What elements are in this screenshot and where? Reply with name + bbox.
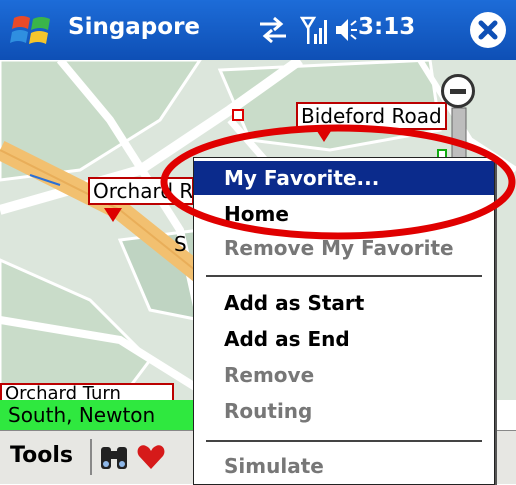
clock: 3:13 <box>358 14 416 40</box>
menu-item-simulate: Simulate <box>224 454 324 478</box>
menu-item-add-as-end[interactable]: Add as End <box>194 322 494 356</box>
menu-separator <box>206 440 482 442</box>
street-label-orchard-road[interactable]: Orchard R <box>88 177 194 205</box>
tools-menu-button[interactable]: Tools <box>10 443 73 468</box>
menu-item-my-favorite[interactable]: My Favorite... <box>194 161 494 195</box>
area-label-fragment: S <box>174 232 187 256</box>
title-bar: Singapore 3:13 <box>0 0 516 60</box>
windows-logo-icon[interactable] <box>10 12 54 48</box>
signal-icon[interactable] <box>300 14 330 46</box>
menu-item-routing: Routing <box>224 399 313 423</box>
binoculars-icon[interactable] <box>98 443 130 471</box>
street-label-orchard-turn[interactable]: Orchard Turn <box>0 383 174 400</box>
menu-separator <box>206 275 482 277</box>
speaker-icon[interactable] <box>334 15 358 45</box>
close-icon <box>478 20 498 40</box>
menu-item-add-as-start[interactable]: Add as Start <box>194 286 494 320</box>
window-title: Singapore <box>68 14 201 40</box>
location-status: South, Newton <box>0 400 200 430</box>
menu-item-remove-my-favorite: Remove My Favorite <box>224 236 454 260</box>
close-button[interactable] <box>470 12 506 48</box>
context-menu: My Favorite... Home Remove My Favorite A… <box>193 157 495 485</box>
heart-icon[interactable] <box>136 443 166 471</box>
sync-icon[interactable] <box>256 16 290 44</box>
menu-item-home[interactable]: Home <box>194 197 494 231</box>
menu-item-remove: Remove <box>224 363 315 387</box>
zoom-out-button[interactable] <box>441 74 475 108</box>
street-label-bideford[interactable]: Bideford Road <box>296 102 447 130</box>
toolbar-divider <box>90 439 92 475</box>
